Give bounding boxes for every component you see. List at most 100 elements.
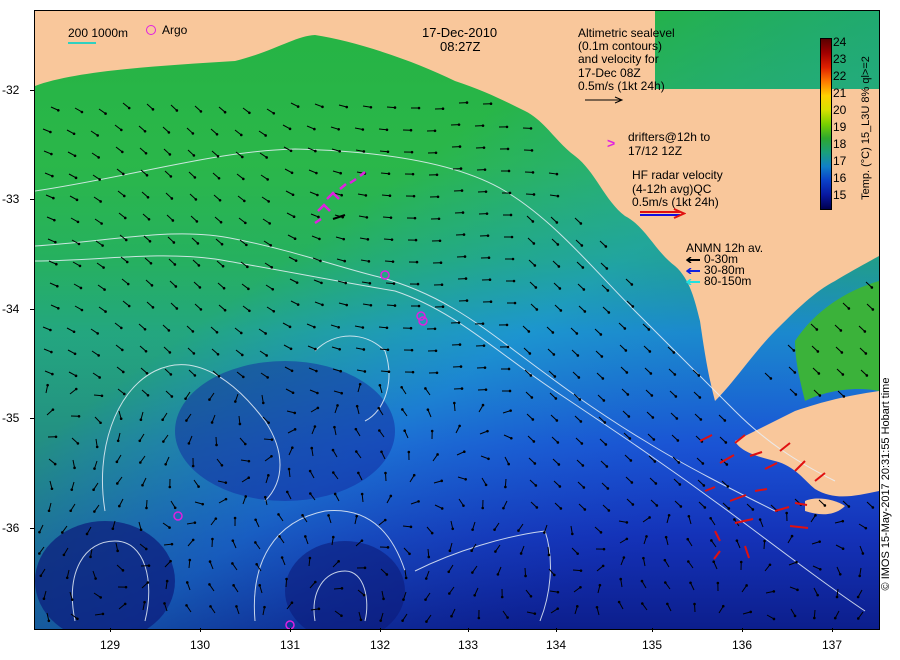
- velocity-arrow-head: [224, 481, 228, 484]
- x-axis-label: 129: [99, 638, 121, 652]
- velocity-arrow-head: [863, 330, 867, 333]
- velocity-arrow-head: [270, 438, 274, 441]
- velocity-arrow-head: [424, 387, 427, 390]
- velocity-arrow-head: [313, 425, 317, 428]
- velocity-arrow-head: [70, 598, 74, 601]
- velocity-arrow-head: [313, 127, 316, 131]
- velocity-arrow-head: [484, 483, 488, 487]
- velocity-arrow-head: [192, 154, 196, 157]
- velocity-arrow-head: [664, 581, 667, 584]
- velocity-arrow-head: [648, 350, 652, 353]
- velocity-arrow-head: [308, 469, 312, 473]
- velocity-arrow-head: [355, 514, 358, 518]
- velocity-arrow-head: [555, 172, 559, 176]
- velocity-arrow-head: [70, 488, 74, 491]
- velocity-arrow-head: [438, 239, 442, 243]
- velocity-arrow-head: [547, 553, 551, 557]
- velocity-arrow-head: [579, 420, 583, 423]
- velocity-arrow-head: [99, 200, 102, 203]
- colorbar-tick: 19: [833, 120, 847, 134]
- velocity-arrow-head: [363, 370, 367, 373]
- velocity-arrow-head: [219, 220, 223, 224]
- velocity-arrow-head: [321, 303, 324, 307]
- velocity-arrow-head: [278, 535, 281, 538]
- velocity-arrow-head: [815, 328, 819, 331]
- velocity-arrow-head: [331, 448, 335, 452]
- velocity-arrow-head: [92, 488, 95, 491]
- velocity-arrow-head: [409, 525, 413, 529]
- velocity-arrow-head: [417, 500, 420, 503]
- velocity-arrow-head: [601, 564, 605, 568]
- velocity-arrow-head: [170, 395, 174, 398]
- velocity-arrow-head: [582, 288, 586, 291]
- velocity-arrow-head: [488, 278, 492, 282]
- velocity-arrow-head: [487, 256, 491, 259]
- velocity-arrow-head: [98, 178, 101, 181]
- velocity-arrow-head: [173, 263, 177, 266]
- velocity-arrow-head: [483, 168, 487, 171]
- velocity-arrow-head: [360, 539, 364, 542]
- velocity-arrow-head: [640, 579, 644, 583]
- velocity-arrow-head: [716, 581, 720, 585]
- velocity-arrow-head: [93, 467, 96, 470]
- velocity-arrow-head: [553, 573, 556, 577]
- velocity-arrow-head: [576, 552, 579, 555]
- velocity-arrow-head: [435, 371, 439, 375]
- velocity-arrow-head: [382, 597, 385, 601]
- velocity-arrow-head: [571, 532, 574, 536]
- velocity-arrow-head: [532, 193, 536, 196]
- velocity-arrow-head: [315, 369, 318, 373]
- velocity-arrow-head: [401, 408, 404, 411]
- velocity-arrow-head: [599, 333, 603, 336]
- velocity-arrow-head: [244, 221, 247, 225]
- velocity-arrow-head: [175, 307, 179, 310]
- velocity-arrow-head: [124, 238, 128, 242]
- velocity-arrow-head: [489, 300, 493, 304]
- velocity-arrow-head: [191, 132, 195, 135]
- velocity-arrow-head: [383, 518, 387, 522]
- velocity-arrow-head: [220, 242, 224, 246]
- velocity-arrow-head: [168, 485, 172, 489]
- velocity-arrow-head: [493, 528, 496, 531]
- velocity-arrow-head: [679, 505, 683, 508]
- velocity-arrow-head: [763, 539, 766, 543]
- colorbar-tick: 20: [833, 103, 847, 117]
- velocity-arrow-head: [723, 419, 727, 422]
- velocity-arrow-head: [143, 600, 146, 604]
- velocity-arrow-head: [768, 563, 772, 567]
- velocity-arrow-head: [400, 385, 403, 389]
- velocity-arrow-head: [38, 530, 41, 534]
- velocity-arrow-head: [125, 260, 129, 264]
- velocity-arrow-head: [663, 558, 667, 562]
- velocity-arrow-head: [319, 259, 322, 263]
- velocity-arrow-head: [290, 601, 294, 605]
- velocity-arrow-head: [308, 556, 312, 560]
- velocity-arrow-head: [362, 593, 366, 597]
- velocity-arrow-head: [531, 220, 535, 223]
- map-area[interactable]: [34, 10, 880, 630]
- velocity-arrow-head: [73, 466, 76, 470]
- velocity-arrow-head: [51, 174, 54, 178]
- velocity-arrow-head: [290, 369, 294, 373]
- velocity-arrow-head: [535, 506, 539, 509]
- velocity-arrow-head: [138, 439, 142, 443]
- velocity-arrow-head: [482, 344, 486, 347]
- velocity-arrow-head: [358, 382, 362, 386]
- velocity-arrow-head: [401, 619, 404, 622]
- velocity-arrow-head: [314, 347, 317, 351]
- velocity-arrow-head: [268, 222, 271, 225]
- velocity-arrow-head: [245, 243, 248, 247]
- velocity-arrow-head: [74, 374, 78, 378]
- velocity-arrow-head: [424, 577, 428, 580]
- velocity-arrow-head: [674, 395, 678, 398]
- velocity-arrow-head: [430, 531, 434, 535]
- velocity-arrow-head: [243, 442, 247, 446]
- velocity-arrow-head: [264, 332, 267, 335]
- velocity-arrow-head: [211, 537, 214, 541]
- velocity-arrow-head: [724, 441, 728, 444]
- velocity-arrow-head: [814, 514, 817, 517]
- velocity-arrow-head: [331, 535, 335, 539]
- velocity-arrow-head: [224, 497, 228, 501]
- velocity-arrow-head: [301, 514, 304, 517]
- velocity-arrow-head: [710, 539, 713, 542]
